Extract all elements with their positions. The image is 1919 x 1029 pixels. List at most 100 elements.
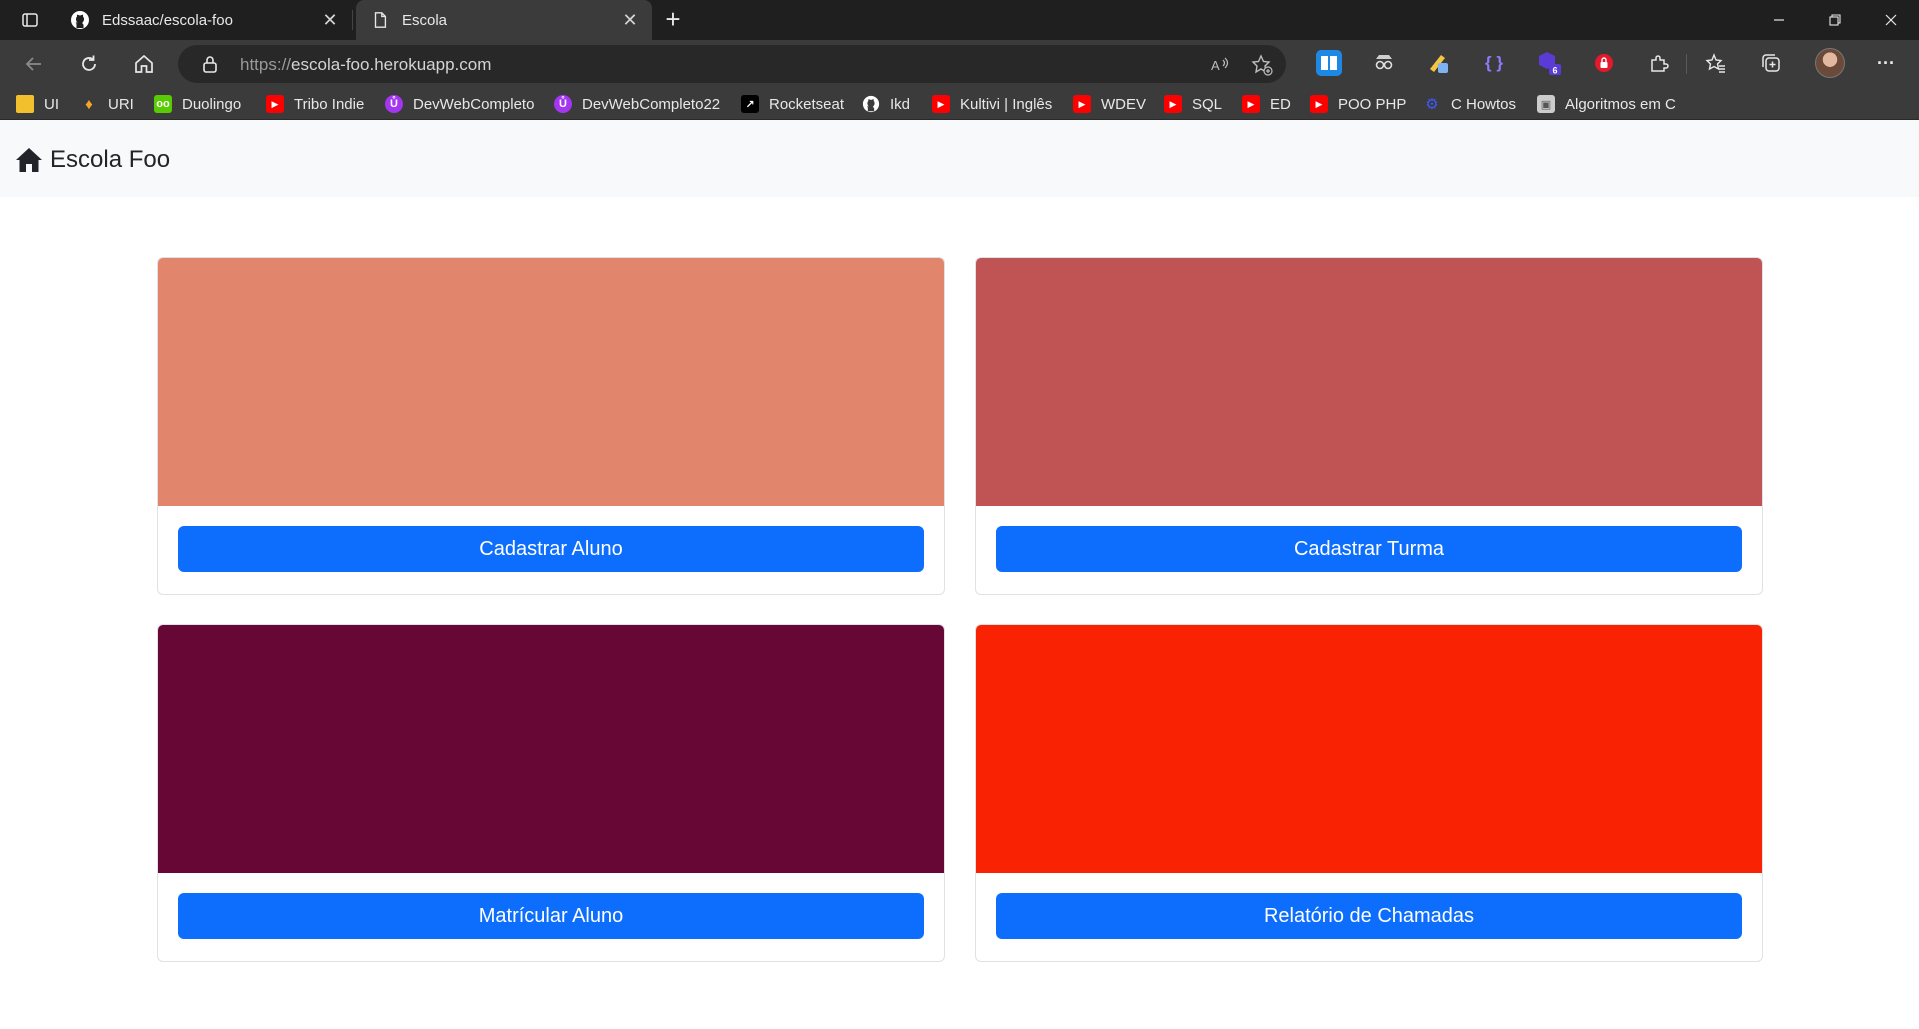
gear-icon: ⚙	[1425, 96, 1439, 113]
bookmark-devwebcompleto22[interactable]: Ů DevWebCompleto22	[554, 93, 720, 115]
home-icon[interactable]	[128, 48, 160, 80]
bookmark-wdev[interactable]: ▶ WDEV	[1073, 93, 1146, 115]
bookmark-label: SQL	[1192, 95, 1223, 113]
youtube-icon: ▶	[266, 95, 284, 113]
bookmark-label: Kultivi | Inglês	[960, 95, 1053, 113]
duolingo-icon: oo	[154, 95, 172, 113]
bookmark-ui[interactable]: UI	[16, 93, 59, 115]
github-icon	[862, 95, 880, 113]
window-close-icon[interactable]	[1863, 0, 1919, 40]
lock-icon[interactable]	[200, 54, 220, 74]
cadastrar-aluno-button[interactable]: Cadastrar Aluno	[178, 526, 924, 572]
card-color-block	[976, 625, 1762, 873]
add-favorite-icon[interactable]	[1250, 53, 1274, 77]
relatorio-chamadas-button[interactable]: Relatório de Chamadas	[996, 893, 1742, 939]
bookmark-label: C Howtos	[1451, 95, 1517, 113]
url-host: escola-foo.herokuapp.com	[291, 55, 492, 74]
card-color-block	[976, 258, 1762, 506]
bookmark-ikd[interactable]: Ikd	[862, 93, 910, 115]
bookmark-label: Tribo Indie	[294, 95, 365, 113]
more-options-icon[interactable]: ···	[1873, 50, 1899, 76]
site-navbar: Escola Foo	[0, 120, 1919, 197]
bookmarks-bar: UI ♦ URI oo Duolingo ▶ Tribo Indie Ů Dev…	[0, 88, 1919, 120]
tab-title: Edssaac/escola-foo	[102, 11, 233, 29]
reader-extension-icon[interactable]	[1316, 50, 1342, 76]
bookmark-poo-php[interactable]: ▶ POO PHP	[1310, 93, 1406, 115]
matricular-aluno-button[interactable]: Matrícular Aluno	[178, 893, 924, 939]
youtube-icon: ▶	[1073, 95, 1091, 113]
bookmark-label: Ikd	[890, 95, 911, 113]
spy-extension-icon[interactable]	[1371, 50, 1397, 76]
folder-icon	[16, 95, 34, 113]
bookmark-kultivi[interactable]: ▶ Kultivi | Inglês	[932, 93, 1052, 115]
svg-text:A: A	[1211, 58, 1220, 73]
restore-icon[interactable]	[1807, 0, 1863, 40]
bookmark-sql[interactable]: ▶ SQL	[1164, 93, 1222, 115]
bookmark-rocketseat[interactable]: ↗ Rocketseat	[741, 93, 844, 115]
youtube-icon: ▶	[1164, 95, 1182, 113]
uri-icon: ♦	[85, 95, 93, 113]
bookmark-label: WDEV	[1101, 95, 1146, 113]
brand-link[interactable]: Escola Foo	[15, 146, 170, 174]
profile-avatar[interactable]	[1815, 48, 1845, 78]
bookmark-algoritmos-em-c[interactable]: ▣ Algoritmos em C	[1537, 93, 1676, 115]
new-tab-button[interactable]: +	[660, 6, 686, 34]
page-content: Escola Foo Cadastrar Aluno Cadastrar Tur…	[0, 120, 1919, 1029]
bookmark-label: DevWebCompleto	[413, 95, 535, 113]
home-icon	[16, 148, 42, 172]
rocketseat-icon: ↗	[741, 95, 759, 113]
bookmark-label: UI	[44, 95, 59, 113]
favorites-icon[interactable]	[1703, 50, 1729, 76]
tab-actions-icon[interactable]	[10, 7, 50, 33]
address-bar[interactable]: https://escola-foo.herokuapp.com A	[178, 45, 1286, 83]
udemy-icon: Ů	[385, 95, 403, 113]
youtube-icon: ▶	[1242, 95, 1260, 113]
bookmark-label: URI	[108, 95, 134, 113]
github-icon	[70, 10, 90, 30]
extension-badge: 6	[1553, 66, 1558, 76]
minimize-icon[interactable]	[1751, 0, 1807, 40]
bookmark-label: Rocketseat	[769, 95, 845, 113]
url-text[interactable]: https://escola-foo.herokuapp.com	[240, 55, 491, 75]
hexagon-extension-icon[interactable]: 6	[1536, 50, 1562, 76]
youtube-icon: ▶	[1310, 95, 1328, 113]
page-icon	[370, 10, 390, 30]
back-arrow-icon[interactable]	[18, 48, 50, 80]
url-protocol: https://	[240, 55, 292, 74]
browser-tab-bar: Edssaac/escola-foo ✕ Escola ✕ +	[0, 0, 1919, 40]
bookmark-ed[interactable]: ▶ ED	[1242, 93, 1291, 115]
cadastrar-turma-button[interactable]: Cadastrar Turma	[996, 526, 1742, 572]
color-picker-extension-icon[interactable]	[1426, 50, 1452, 76]
bookmark-label: ED	[1270, 95, 1291, 113]
browser-toolbar: https://escola-foo.herokuapp.com A { } 6…	[0, 40, 1919, 88]
bookmark-duolingo[interactable]: oo Duolingo	[154, 93, 241, 115]
brand-title: Escola Foo	[50, 146, 171, 173]
bookmark-tribo-indie[interactable]: ▶ Tribo Indie	[266, 93, 364, 115]
extensions-puzzle-icon[interactable]	[1646, 50, 1672, 76]
json-extension-icon[interactable]: { }	[1481, 50, 1507, 76]
card-color-block	[158, 625, 944, 873]
image-icon: ▣	[1537, 95, 1555, 113]
tab-escola[interactable]: Escola ✕	[356, 0, 652, 40]
collections-icon[interactable]	[1758, 50, 1784, 76]
bookmark-label: POO PHP	[1338, 95, 1407, 113]
card-relatorio-chamadas: Relatório de Chamadas	[975, 624, 1763, 962]
bookmark-devwebcompleto[interactable]: Ů DevWebCompleto	[385, 93, 534, 115]
read-aloud-icon[interactable]: A	[1208, 53, 1232, 77]
card-cadastrar-aluno: Cadastrar Aluno	[157, 257, 945, 595]
bookmark-label: Duolingo	[182, 95, 242, 113]
tab-github[interactable]: Edssaac/escola-foo ✕	[56, 0, 353, 40]
bookmark-label: Algoritmos em C	[1565, 95, 1676, 113]
close-icon[interactable]: ✕	[320, 10, 340, 30]
udemy-icon: Ů	[554, 95, 572, 113]
youtube-icon: ▶	[932, 95, 950, 113]
refresh-icon[interactable]	[73, 48, 105, 80]
bookmark-c-howtos[interactable]: ⚙ C Howtos	[1423, 93, 1516, 115]
toolbar-divider	[1686, 54, 1687, 74]
close-icon[interactable]: ✕	[620, 10, 640, 30]
bookmark-uri[interactable]: ♦ URI	[80, 93, 134, 115]
card-color-block	[158, 258, 944, 506]
password-extension-icon[interactable]	[1591, 50, 1617, 76]
card-cadastrar-turma: Cadastrar Turma	[975, 257, 1763, 595]
card-matricular-aluno: Matrícular Aluno	[157, 624, 945, 962]
